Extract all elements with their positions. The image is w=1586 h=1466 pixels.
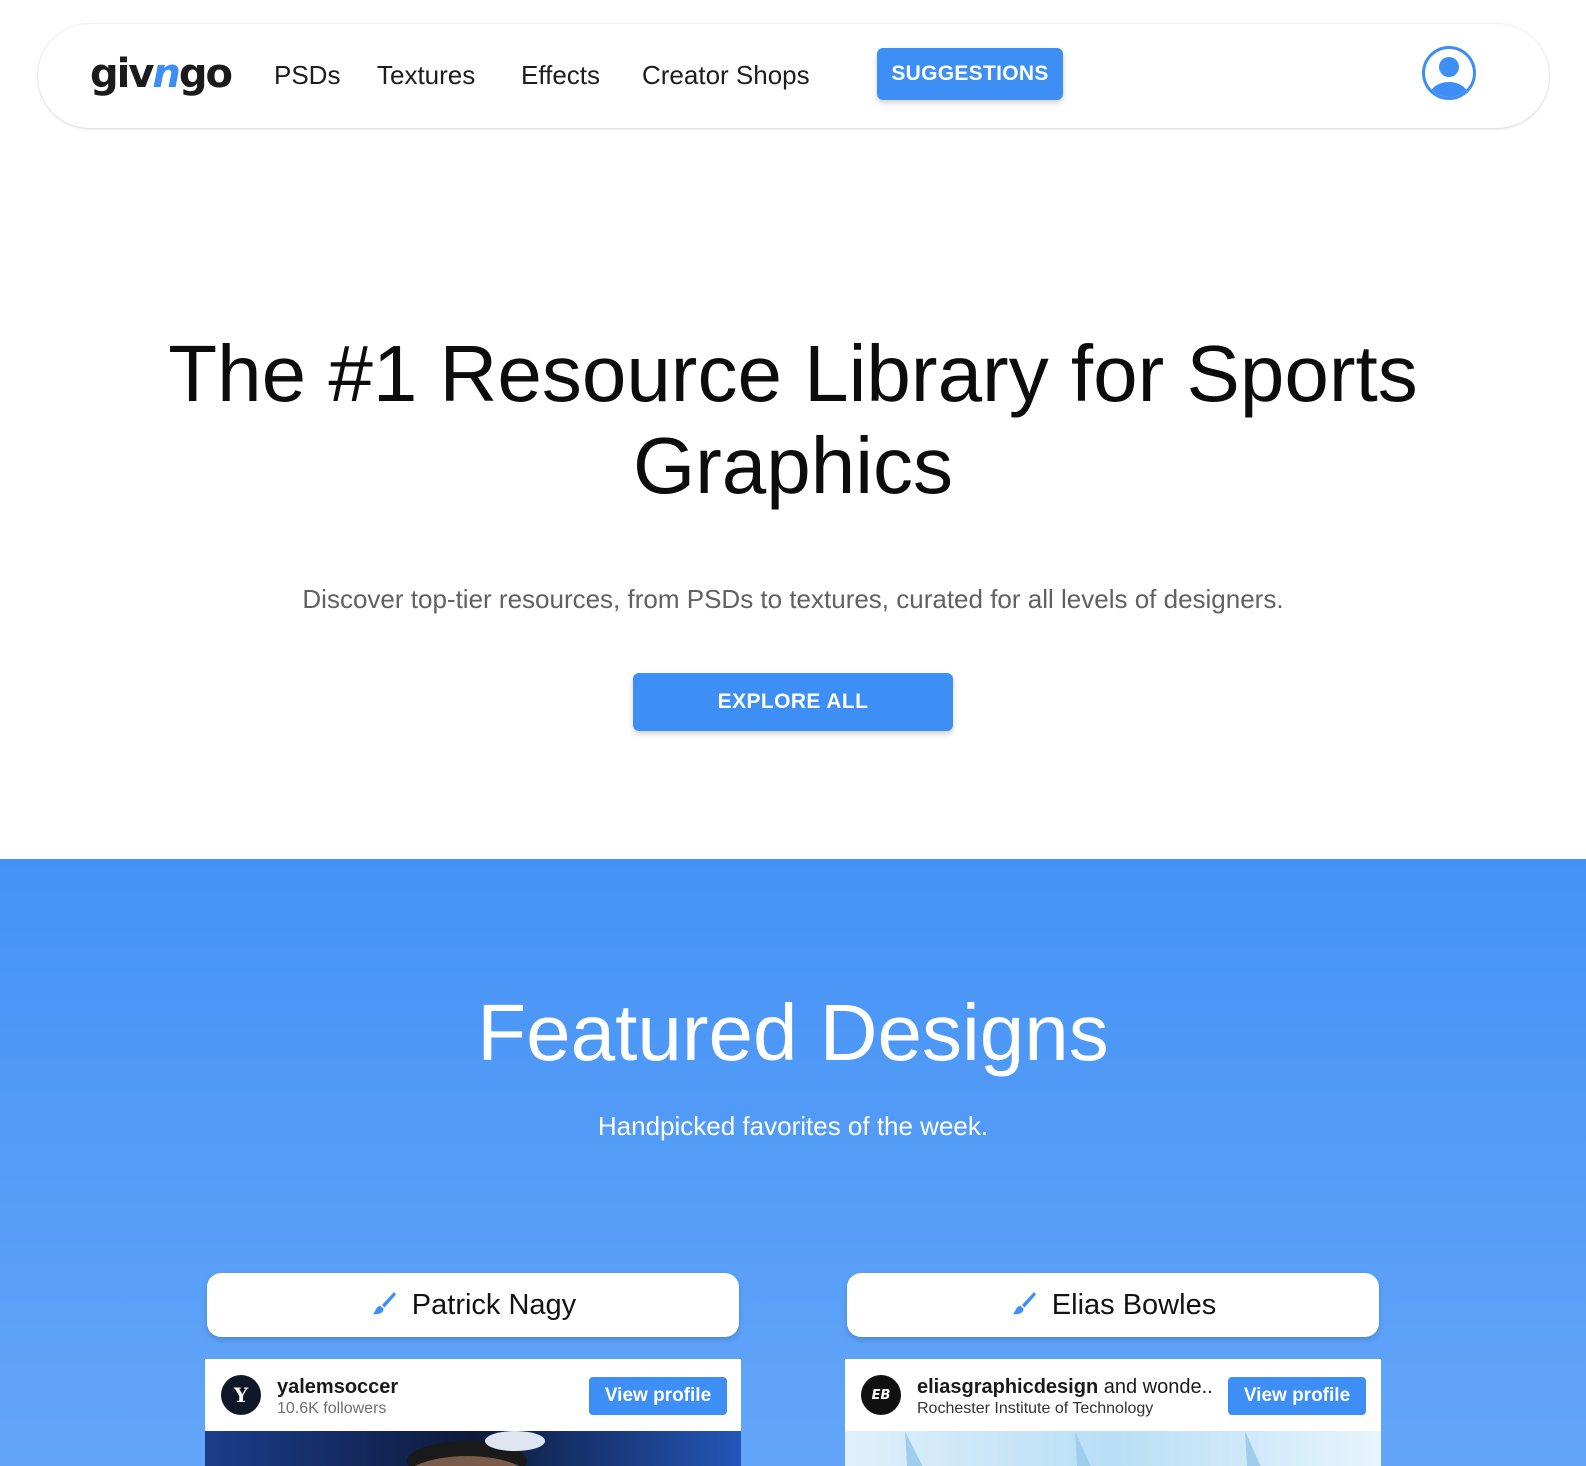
logo-suffix: go (178, 51, 233, 97)
suggestions-button[interactable]: SUGGESTIONS (877, 48, 1063, 100)
post-image[interactable] (845, 1431, 1381, 1466)
view-profile-button[interactable]: View profile (589, 1377, 727, 1415)
account-collab-text: and wonde.. (1103, 1376, 1213, 1398)
featured-title: Featured Designs (477, 988, 1109, 1077)
instagram-embed-card: EB eliasgraphicdesign and wonde.. Roches… (845, 1359, 1381, 1466)
givngo-logo[interactable]: givngo (90, 48, 233, 100)
nav-link-creator-shops[interactable]: Creator Shops (642, 58, 810, 92)
account-handle[interactable]: eliasgraphicdesign and wonde.. (917, 1375, 1213, 1399)
view-profile-button[interactable]: View profile (1228, 1377, 1366, 1415)
designer-name: Patrick Nagy (411, 1289, 577, 1321)
post-image[interactable] (205, 1431, 741, 1466)
hero-subtitle: Discover top-tier resources, from PSDs t… (302, 584, 1284, 614)
account-handle-text: eliasgraphicdesign (917, 1376, 1099, 1398)
account-location: Rochester Institute of Technology (917, 1400, 1154, 1417)
explore-all-button[interactable]: EXPLORE ALL (633, 673, 953, 731)
top-nav: givngo PSDs Textures Effects Creator Sho… (38, 24, 1549, 128)
designer-pill-elias-bowles[interactable]: Elias Bowles (847, 1273, 1379, 1337)
account-avatar[interactable]: Y (221, 1375, 261, 1415)
paintbrush-icon (370, 1289, 398, 1322)
designer-name: Elias Bowles (1051, 1289, 1217, 1321)
account-followers: 10.6K followers (277, 1400, 387, 1417)
designer-pill-patrick-nagy[interactable]: Patrick Nagy (207, 1273, 739, 1337)
account-circle-icon[interactable] (1421, 45, 1477, 101)
nav-link-psds[interactable]: PSDs (274, 58, 340, 92)
hero-title: The #1 Resource Library for Sports Graph… (168, 329, 1418, 510)
instagram-embed-card: Y yalemsoccer 10.6K followers View profi… (205, 1359, 741, 1466)
featured-subtitle: Handpicked favorites of the week. (597, 1111, 989, 1141)
paintbrush-icon (1010, 1289, 1038, 1322)
nav-link-textures[interactable]: Textures (377, 58, 475, 92)
card-header: EB eliasgraphicdesign and wonde.. Roches… (845, 1359, 1381, 1431)
logo-prefix: giv (90, 51, 154, 97)
account-handle-text: yalemsoccer (277, 1376, 399, 1398)
featured-designs-section: Featured Designs Handpicked favorites of… (0, 859, 1586, 1466)
card-header: Y yalemsoccer 10.6K followers View profi… (205, 1359, 741, 1431)
nav-link-effects[interactable]: Effects (521, 58, 600, 92)
account-avatar[interactable]: EB (861, 1375, 901, 1415)
account-handle[interactable]: yalemsoccer (277, 1375, 398, 1399)
logo-accent: n (152, 51, 181, 97)
